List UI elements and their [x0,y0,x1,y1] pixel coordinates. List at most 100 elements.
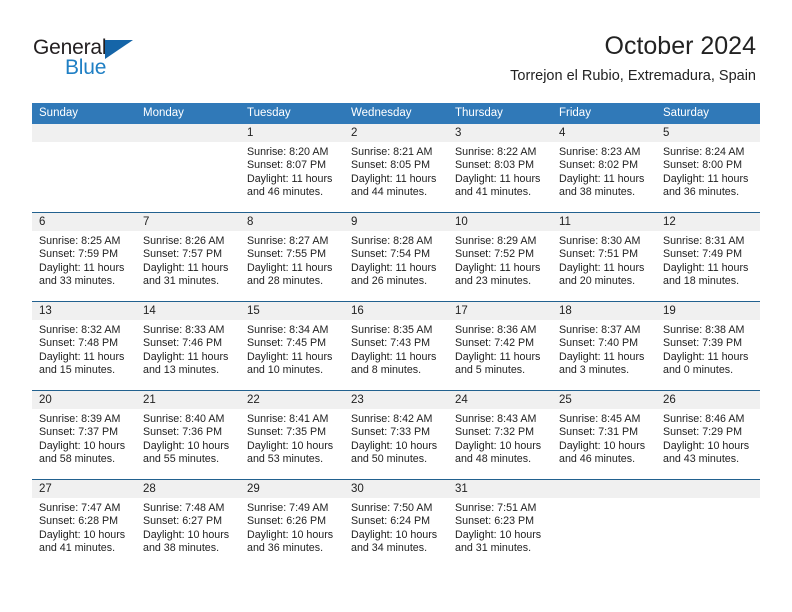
calendar-day-cell[interactable]: 11 Sunrise: 8:30 AM Sunset: 7:51 PM Dayligh… [552,213,656,301]
calendar-day-cell[interactable]: 16 Sunrise: 8:35 AM Sunset: 7:43 PM Dayligh… [344,302,448,390]
calendar-day-cell[interactable]: 22 Sunrise: 8:41 AM Sunset: 7:35 PM Dayligh… [240,391,344,479]
calendar-day-cell[interactable]: 15 Sunrise: 8:34 AM Sunset: 7:45 PM Dayligh… [240,302,344,390]
day-detail-line: and 50 minutes. [351,453,428,466]
weekday-header-sunday: Sunday [39,107,79,119]
calendar-day-cell[interactable]: 3 Sunrise: 8:22 AM Sunset: 8:03 PM Daylight… [448,124,552,212]
calendar-day-cell[interactable]: 1 Sunrise: 8:20 AM Sunset: 8:07 PM Daylight… [240,124,344,212]
day-detail-line: and 15 minutes. [39,364,116,377]
day-details: Sunrise: 8:27 AM Sunset: 7:55 PM Daylight:… [240,231,344,289]
calendar-day-cell[interactable]: 21 Sunrise: 8:40 AM Sunset: 7:36 PM Dayligh… [136,391,240,479]
day-details: Sunrise: 8:36 AM Sunset: 7:42 PM Daylight:… [448,320,552,378]
day-number: 30 [344,480,448,498]
day-detail-line: and 46 minutes. [559,453,636,466]
day-detail-line: Sunset: 7:39 PM [663,337,743,350]
day-detail-line: Daylight: 11 hours [39,261,125,274]
calendar-weeks: 1 Sunrise: 8:20 AM Sunset: 8:07 PM Daylight… [32,124,760,568]
calendar-day-cell[interactable]: 23 Sunrise: 8:42 AM Sunset: 7:33 PM Dayligh… [344,391,448,479]
calendar-day-cell[interactable]: 24 Sunrise: 8:43 AM Sunset: 7:32 PM Dayligh… [448,391,552,479]
day-details [656,498,760,502]
calendar-day-cell[interactable]: 19 Sunrise: 8:38 AM Sunset: 7:39 PM Dayligh… [656,302,760,390]
day-details: Sunrise: 7:49 AM Sunset: 6:26 PM Daylight:… [240,498,344,556]
calendar-day-cell[interactable]: 2 Sunrise: 8:21 AM Sunset: 8:05 PM Daylight… [344,124,448,212]
generalblue-logo[interactable]: General Blue [33,36,163,84]
day-number: 11 [552,213,656,231]
day-detail-line: and 43 minutes. [663,453,740,466]
day-detail-line: Sunrise: 8:22 AM [455,146,537,158]
day-detail-line: Sunrise: 8:39 AM [39,413,121,425]
day-details: Sunrise: 8:33 AM Sunset: 7:46 PM Daylight:… [136,320,240,378]
calendar-day-cell[interactable]: 10 Sunrise: 8:29 AM Sunset: 7:52 PM Dayligh… [448,213,552,301]
calendar-day-cell[interactable]: 28 Sunrise: 7:48 AM Sunset: 6:27 PM Dayligh… [136,480,240,568]
day-number [136,124,240,142]
day-detail-line: Sunrise: 8:32 AM [39,324,121,336]
day-number: 9 [344,213,448,231]
day-number: 20 [32,391,136,409]
calendar-day-cell[interactable]: 20 Sunrise: 8:39 AM Sunset: 7:37 PM Dayligh… [32,391,136,479]
day-details [32,142,136,146]
day-detail-line: Sunrise: 8:45 AM [559,413,641,425]
calendar-day-cell[interactable]: 5 Sunrise: 8:24 AM Sunset: 8:00 PM Daylight… [656,124,760,212]
day-detail-line: and 58 minutes. [39,453,116,466]
calendar-day-cell[interactable]: 25 Sunrise: 8:45 AM Sunset: 7:31 PM Dayligh… [552,391,656,479]
calendar-week-row: 1 Sunrise: 8:20 AM Sunset: 8:07 PM Daylight… [32,124,760,212]
day-detail-line: Sunrise: 7:47 AM [39,502,121,514]
day-detail-line: and 36 minutes. [663,186,740,199]
calendar-page: General Blue October 2024 Torrejon el Ru… [0,0,792,612]
day-detail-line: Daylight: 11 hours [351,350,437,363]
calendar-day-cell[interactable]: 18 Sunrise: 8:37 AM Sunset: 7:40 PM Dayligh… [552,302,656,390]
day-detail-line: Sunset: 7:31 PM [559,426,639,439]
calendar-day-cell[interactable]: 27 Sunrise: 7:47 AM Sunset: 6:28 PM Dayligh… [32,480,136,568]
calendar-grid: Sunday Monday Tuesday Wednesday Thursday Frid… [32,103,760,568]
calendar-day-cell[interactable]: 13 Sunrise: 8:32 AM Sunset: 7:48 PM Dayligh… [32,302,136,390]
day-detail-line: Sunrise: 8:28 AM [351,235,433,247]
day-details: Sunrise: 8:31 AM Sunset: 7:49 PM Daylight:… [656,231,760,289]
calendar-day-cell-empty [552,480,656,568]
day-detail-line: Sunrise: 7:48 AM [143,502,225,514]
calendar-day-cell[interactable]: 7 Sunrise: 8:26 AM Sunset: 7:57 PM Daylight… [136,213,240,301]
calendar-day-cell[interactable]: 9 Sunrise: 8:28 AM Sunset: 7:54 PM Daylight… [344,213,448,301]
calendar-day-cell[interactable]: 14 Sunrise: 8:33 AM Sunset: 7:46 PM Dayligh… [136,302,240,390]
calendar-day-cell[interactable]: 4 Sunrise: 8:23 AM Sunset: 8:02 PM Daylight… [552,124,656,212]
day-number: 29 [240,480,344,498]
day-detail-line: and 28 minutes. [247,275,324,288]
weekday-header-friday: Friday [559,107,591,119]
calendar-week-row: 13 Sunrise: 8:32 AM Sunset: 7:48 PM Dayligh… [32,301,760,390]
day-detail-line: Sunrise: 8:46 AM [663,413,745,425]
calendar-day-cell[interactable]: 6 Sunrise: 8:25 AM Sunset: 7:59 PM Daylight… [32,213,136,301]
day-detail-line: Sunset: 8:00 PM [663,159,743,172]
day-detail-line: Daylight: 11 hours [559,172,645,185]
calendar-day-cell[interactable]: 8 Sunrise: 8:27 AM Sunset: 7:55 PM Daylight… [240,213,344,301]
day-number: 5 [656,124,760,142]
day-number: 21 [136,391,240,409]
day-details: Sunrise: 7:51 AM Sunset: 6:23 PM Daylight:… [448,498,552,556]
day-detail-line: Sunset: 7:43 PM [351,337,431,350]
day-details: Sunrise: 8:41 AM Sunset: 7:35 PM Daylight:… [240,409,344,467]
calendar-week-row: 20 Sunrise: 8:39 AM Sunset: 7:37 PM Dayligh… [32,390,760,479]
logo-text-blue: Blue [65,56,107,79]
day-number: 22 [240,391,344,409]
day-details: Sunrise: 8:43 AM Sunset: 7:32 PM Daylight:… [448,409,552,467]
calendar-day-cell[interactable]: 17 Sunrise: 8:36 AM Sunset: 7:42 PM Dayligh… [448,302,552,390]
day-detail-line: Daylight: 10 hours [247,528,334,541]
day-detail-line: Sunset: 7:45 PM [247,337,327,350]
calendar-day-cell[interactable]: 26 Sunrise: 8:46 AM Sunset: 7:29 PM Dayligh… [656,391,760,479]
day-detail-line: Sunset: 7:59 PM [39,248,119,261]
day-detail-line: and 10 minutes. [247,364,324,377]
calendar-day-cell[interactable]: 30 Sunrise: 7:50 AM Sunset: 6:24 PM Dayligh… [344,480,448,568]
day-detail-line: Daylight: 11 hours [351,172,437,185]
day-detail-line: Sunset: 7:57 PM [143,248,223,261]
calendar-day-cell[interactable]: 31 Sunrise: 7:51 AM Sunset: 6:23 PM Dayligh… [448,480,552,568]
day-detail-line: and 41 minutes. [39,542,116,555]
calendar-day-cell[interactable]: 29 Sunrise: 7:49 AM Sunset: 6:26 PM Dayligh… [240,480,344,568]
day-details [552,498,656,502]
day-details: Sunrise: 8:35 AM Sunset: 7:43 PM Daylight:… [344,320,448,378]
day-details: Sunrise: 7:47 AM Sunset: 6:28 PM Daylight:… [32,498,136,556]
day-detail-line: and 18 minutes. [663,275,740,288]
day-detail-line: Sunset: 7:29 PM [663,426,743,439]
weekday-header-saturday: Saturday [663,107,710,119]
calendar-day-cell[interactable]: 12 Sunrise: 8:31 AM Sunset: 7:49 PM Dayligh… [656,213,760,301]
day-detail-line: Sunrise: 8:29 AM [455,235,537,247]
day-details: Sunrise: 8:38 AM Sunset: 7:39 PM Daylight:… [656,320,760,378]
day-detail-line: Sunrise: 8:30 AM [559,235,641,247]
day-number: 24 [448,391,552,409]
